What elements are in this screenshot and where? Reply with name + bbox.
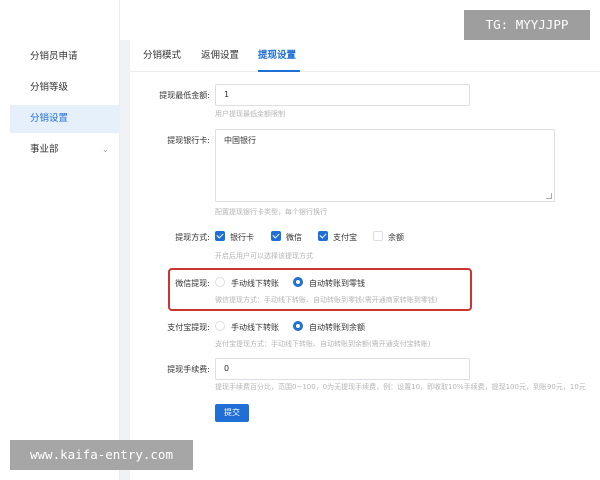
min-amount-label: 提现最低金额: bbox=[159, 91, 210, 100]
option-wechat: 微信 bbox=[286, 233, 302, 242]
bank-card-label: 提现银行卡: bbox=[167, 136, 210, 145]
highlight-box bbox=[168, 268, 472, 311]
sidebar: 分销员申请 分销等级 分销设置 事业部 ⌄ bbox=[0, 0, 120, 480]
sidebar-item-label: 事业部 bbox=[30, 144, 59, 155]
sidebar-item-distribution-settings[interactable]: 分销设置 bbox=[10, 105, 120, 133]
chevron-down-icon: ⌄ bbox=[102, 145, 109, 154]
sidebar-item-division[interactable]: 事业部 ⌄ bbox=[10, 136, 120, 164]
methods-hint: 开启后用户可以选择该提现方式 bbox=[215, 252, 313, 260]
watermark-tag: TG: MYYJJPP bbox=[464, 10, 590, 40]
radio-alipay-auto[interactable] bbox=[293, 321, 303, 331]
min-amount-input[interactable]: 1 bbox=[215, 84, 470, 106]
sidebar-item-label: 分销设置 bbox=[30, 113, 69, 124]
main-area: 分销模式 返佣设置 提现设置 bbox=[120, 40, 600, 480]
fee-hint: 提现手续费百分比，范围0~100，0为无提现手续费，例：设置10，即收取10%手… bbox=[215, 383, 586, 391]
submit-button[interactable]: 提交 bbox=[215, 404, 249, 422]
tab-withdrawal-settings[interactable]: 提现设置 bbox=[258, 40, 296, 72]
radio-alipay-manual[interactable] bbox=[215, 321, 225, 331]
fee-input[interactable]: 0 bbox=[215, 358, 470, 380]
resize-handle-icon[interactable] bbox=[546, 193, 552, 199]
min-amount-hint: 用户提现最低金额限制 bbox=[215, 110, 285, 118]
checkbox-wechat[interactable] bbox=[271, 231, 281, 241]
methods-label: 提现方式: bbox=[175, 233, 210, 242]
option-alipay-manual: 手动线下转账 bbox=[231, 323, 279, 332]
sidebar-item-distributor-application[interactable]: 分销员申请 bbox=[10, 43, 120, 71]
checkbox-alipay[interactable] bbox=[318, 231, 328, 241]
tab-distribution-mode[interactable]: 分销模式 bbox=[143, 40, 181, 72]
option-alipay-auto: 自动转账到余额 bbox=[309, 323, 365, 332]
tab-bar: 分销模式 返佣设置 提现设置 bbox=[130, 40, 600, 72]
bank-card-hint: 配置提现银行卡类型，每个银行换行 bbox=[215, 208, 327, 216]
sidebar-item-label: 分销员申请 bbox=[30, 51, 78, 62]
settings-panel: 分销模式 返佣设置 提现设置 bbox=[130, 40, 600, 480]
fee-label: 提现手续费: bbox=[167, 365, 210, 374]
option-balance: 余额 bbox=[388, 233, 404, 242]
watermark-url: www.kaifa-entry.com bbox=[10, 440, 193, 470]
bank-card-value: 中国银行 bbox=[224, 136, 256, 145]
sidebar-item-distribution-level[interactable]: 分销等级 bbox=[10, 74, 120, 102]
sidebar-item-label: 分销等级 bbox=[30, 82, 69, 93]
alipay-hint: 支付宝提现方式：手动线下转账、自动转账到余额(需开通支付宝转账) bbox=[215, 340, 431, 348]
option-alipay: 支付宝 bbox=[333, 233, 357, 242]
active-tab-indicator bbox=[258, 70, 300, 72]
checkbox-balance[interactable] bbox=[373, 231, 383, 241]
alipay-label: 支付宝提现: bbox=[167, 323, 210, 332]
tab-commission-settings[interactable]: 返佣设置 bbox=[201, 40, 239, 72]
checkbox-bank-card[interactable] bbox=[215, 231, 225, 241]
option-bank-card: 银行卡 bbox=[230, 233, 254, 242]
bank-card-textarea[interactable]: 中国银行 bbox=[215, 129, 555, 202]
